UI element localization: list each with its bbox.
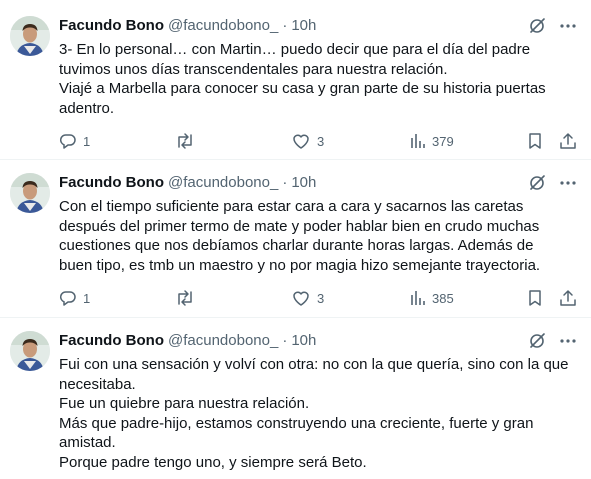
tweet-text-line: amistad. — [59, 434, 116, 451]
share-icon — [560, 133, 576, 149]
separator-dot: · — [282, 17, 288, 34]
reply-icon — [59, 134, 76, 149]
tweet-text: 3- En lo personal… con Martin… puedo dec… — [59, 40, 579, 118]
share-icon — [560, 290, 576, 306]
more-icon[interactable] — [559, 173, 577, 193]
views-button[interactable]: 385 — [410, 288, 454, 308]
display-name[interactable]: Facundo Bono — [59, 17, 164, 34]
tweet-text-line: Fue un quiebre para nuestra relación. — [59, 395, 310, 412]
tweet-text-line: Viajé a Marbella para conocer su casa y … — [59, 80, 546, 97]
tweet-text-line: Con el tiempo suficiente para estar cara… — [59, 198, 524, 215]
tweet[interactable]: Facundo Bono @facundobono_ · 10h Fui con un… — [0, 318, 591, 479]
views-button[interactable]: 379 — [410, 131, 454, 151]
tweet-header: Facundo Bono @facundobono_ · 10h — [59, 173, 577, 193]
grok-icon[interactable] — [527, 173, 547, 193]
more-icon[interactable] — [559, 331, 577, 351]
tweet-header-actions — [527, 173, 577, 193]
separator-dot: · — [282, 174, 288, 191]
reply-count: 1 — [83, 290, 91, 306]
like-count: 3 — [317, 133, 325, 149]
like-icon — [293, 134, 309, 149]
tweet-header-actions — [527, 331, 577, 351]
tweet-text: Fui con una sensación y volví con otra: … — [59, 355, 579, 472]
tweet-text: Con el tiempo suficiente para estar cara… — [59, 197, 579, 275]
tweet-text-line: después del primer termo de mate y poder… — [59, 217, 540, 235]
tweet-header: Facundo Bono @facundobono_ · 10h — [59, 16, 577, 36]
tweet-text-line: Fui con una sensación y volví con otra: … — [59, 356, 569, 373]
display-name[interactable]: Facundo Bono — [59, 174, 164, 191]
tweet-text-line: Más que padre-hijo, estamos construyendo… — [59, 414, 534, 432]
share-button[interactable] — [559, 131, 577, 151]
views-icon — [411, 291, 425, 305]
like-button[interactable]: 3 — [291, 288, 324, 308]
reply-icon — [59, 291, 76, 306]
avatar[interactable] — [10, 16, 50, 56]
reply-button[interactable]: 1 — [59, 288, 90, 308]
retweet-icon — [178, 133, 192, 149]
views-count: 385 — [432, 290, 454, 306]
timestamp[interactable]: 10h — [291, 174, 316, 191]
tweet-text-line: adentro. — [59, 99, 115, 117]
bookmark-button[interactable] — [527, 131, 543, 151]
grok-icon[interactable] — [527, 331, 547, 351]
user-handle[interactable]: @facundobono_ — [168, 332, 278, 349]
tweet-actions: 1 3 385 — [59, 288, 579, 308]
separator-dot: · — [282, 332, 288, 349]
avatar[interactable] — [10, 173, 50, 213]
views-icon — [411, 134, 425, 148]
tweet-actions: 1 3 379 — [59, 131, 579, 151]
views-count: 379 — [432, 133, 454, 149]
like-button[interactable]: 3 — [291, 131, 324, 151]
tweet-header-actions — [527, 16, 577, 36]
avatar[interactable] — [10, 331, 50, 371]
share-button[interactable] — [559, 288, 577, 308]
retweet-icon — [178, 290, 192, 306]
timestamp[interactable]: 10h — [291, 17, 316, 34]
user-handle[interactable]: @facundobono_ — [168, 17, 278, 34]
reply-count: 1 — [83, 133, 91, 149]
retweet-button[interactable] — [175, 131, 201, 151]
tweet-text-line: buen tipo, es tmb un maestro y no por ma… — [59, 256, 541, 274]
tweet-text-line: cuestiones que nos debíamos charlar dura… — [59, 237, 534, 254]
tweet-text-line: 3- En lo personal… con Martin… puedo dec… — [59, 41, 531, 58]
like-icon — [293, 291, 309, 306]
display-name[interactable]: Facundo Bono — [59, 332, 164, 349]
tweet-header: Facundo Bono @facundobono_ · 10h — [59, 331, 577, 351]
reply-button[interactable]: 1 — [59, 131, 90, 151]
tweet[interactable]: Facundo Bono @facundobono_ · 10h Con el tie… — [0, 160, 591, 318]
more-icon[interactable] — [559, 16, 577, 36]
bookmark-icon — [529, 290, 541, 306]
bookmark-icon — [529, 133, 541, 149]
tweet-text-line: tuvimos unos días transcendentales para … — [59, 60, 448, 78]
retweet-button[interactable] — [175, 288, 201, 308]
tweet-text-line: necesitaba. — [59, 375, 136, 393]
grok-icon[interactable] — [527, 16, 547, 36]
user-handle[interactable]: @facundobono_ — [168, 174, 278, 191]
tweet[interactable]: Facundo Bono @facundobono_ · 10h 3- En lo p… — [0, 0, 591, 160]
like-count: 3 — [317, 290, 325, 306]
bookmark-button[interactable] — [527, 288, 543, 308]
tweet-text-line: Porque padre tengo uno, y siempre será B… — [59, 453, 367, 471]
timestamp[interactable]: 10h — [291, 332, 316, 349]
